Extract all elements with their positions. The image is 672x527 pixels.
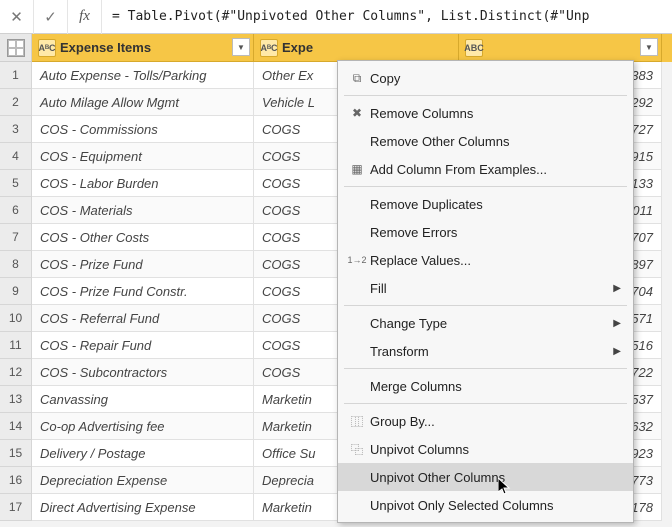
menu-item-label: Replace Values... [370,253,621,268]
submenu-arrow-icon: ▶ [613,346,621,357]
menu-item-unpivot-columns[interactable]: ⿻Unpivot Columns [338,435,633,463]
fx-label: fx [68,0,102,34]
cancel-formula-button[interactable]: ✕ [0,0,34,34]
menu-item-label: Remove Other Columns [370,134,621,149]
menu-item-label: Unpivot Only Selected Columns [370,498,621,513]
row-number: 11 [0,332,32,359]
cell-expense-item[interactable]: Auto Expense - Tolls/Parking [32,62,254,89]
row-number: 5 [0,170,32,197]
menu-item-remove-errors[interactable]: Remove Errors [338,218,633,246]
menu-item-label: Remove Errors [370,225,621,240]
menu-item-replace-values[interactable]: 1→2Replace Values... [338,246,633,274]
menu-item-label: Remove Duplicates [370,197,621,212]
menu-item-copy[interactable]: ⧉Copy [338,64,633,92]
menu-item-label: Group By... [370,414,621,429]
replace-icon: 1→2 [344,255,370,265]
accept-formula-button[interactable]: ✓ [34,0,68,34]
cell-expense-item[interactable]: Co-op Advertising fee [32,413,254,440]
row-number: 17 [0,494,32,521]
row-number: 16 [0,467,32,494]
menu-item-remove-other-columns[interactable]: Remove Other Columns [338,127,633,155]
unpivot-icon: ⿻ [344,441,370,458]
copy-icon: ⧉ [344,71,370,86]
submenu-arrow-icon: ▶ [613,318,621,329]
menu-item-fill[interactable]: Fill▶ [338,274,633,302]
menu-separator [344,305,627,306]
column-header-expense-items[interactable]: AᴮC Expense Items ▼ [32,34,254,62]
row-number: 9 [0,278,32,305]
menu-item-label: Remove Columns [370,106,621,121]
row-number: 2 [0,89,32,116]
row-number: 6 [0,197,32,224]
row-number: 10 [0,305,32,332]
column-header-expe[interactable]: AᴮC Expe [254,34,459,62]
column-header-label: Expense Items [60,40,151,55]
formula-input[interactable]: = Table.Pivot(#"Unpivoted Other Columns"… [102,9,672,24]
row-number: 1 [0,62,32,89]
menu-item-label: Change Type [370,316,613,331]
menu-item-label: Add Column From Examples... [370,162,621,177]
cell-expense-item[interactable]: Canvassing [32,386,254,413]
cell-expense-item[interactable]: COS - Prize Fund Constr. [32,278,254,305]
menu-item-group-by[interactable]: ⿲Group By... [338,407,633,435]
any-type-icon: ABC [465,39,483,57]
row-number: 3 [0,116,32,143]
formula-bar: ✕ ✓ fx = Table.Pivot(#"Unpivoted Other C… [0,0,672,34]
menu-separator [344,368,627,369]
menu-item-merge-columns[interactable]: Merge Columns [338,372,633,400]
menu-item-label: Copy [370,71,621,86]
text-type-icon: AᴮC [260,39,278,57]
menu-item-transform[interactable]: Transform▶ [338,337,633,365]
cell-expense-item[interactable]: Direct Advertising Expense [32,494,254,521]
row-number: 14 [0,413,32,440]
context-menu: ⧉Copy ✖Remove Columns Remove Other Columns… [337,60,634,523]
cell-expense-item[interactable]: COS - Commissions [32,116,254,143]
cell-expense-item[interactable]: Depreciation Expense [32,467,254,494]
menu-item-label: Unpivot Other Columns [370,470,621,485]
cell-expense-item[interactable]: COS - Other Costs [32,224,254,251]
cell-expense-item[interactable]: COS - Referral Fund [32,305,254,332]
menu-separator [344,95,627,96]
menu-item-label: Unpivot Columns [370,442,621,457]
remove-col-icon: ✖ [344,106,370,120]
filter-dropdown-icon[interactable]: ▼ [232,38,250,56]
menu-item-label: Merge Columns [370,379,621,394]
menu-separator [344,403,627,404]
menu-item-label: Transform [370,344,613,359]
menu-separator [344,186,627,187]
row-number: 4 [0,143,32,170]
text-type-icon: AᴮC [38,39,56,57]
menu-item-change-type[interactable]: Change Type▶ [338,309,633,337]
add-col-icon: ▦ [344,162,370,176]
row-number: 12 [0,359,32,386]
menu-item-unpivot-other-columns[interactable]: Unpivot Other Columns [338,463,633,491]
table-corner-icon[interactable] [0,34,32,62]
menu-item-label: Fill [370,281,613,296]
group-icon: ⿲ [344,413,370,430]
row-number: 8 [0,251,32,278]
menu-item-remove-duplicates[interactable]: Remove Duplicates [338,190,633,218]
cell-expense-item[interactable]: COS - Prize Fund [32,251,254,278]
row-number: 13 [0,386,32,413]
cell-expense-item[interactable]: COS - Labor Burden [32,170,254,197]
header-row: AᴮC Expense Items ▼ AᴮC Expe ABC ▼ [0,34,672,62]
menu-item-add-column-from-examples[interactable]: ▦Add Column From Examples... [338,155,633,183]
menu-item-remove-columns[interactable]: ✖Remove Columns [338,99,633,127]
cell-expense-item[interactable]: COS - Equipment [32,143,254,170]
cell-expense-item[interactable]: Delivery / Postage [32,440,254,467]
cell-expense-item[interactable]: COS - Materials [32,197,254,224]
cell-expense-item[interactable]: COS - Subcontractors [32,359,254,386]
menu-item-unpivot-only-selected-columns[interactable]: Unpivot Only Selected Columns [338,491,633,519]
column-header-3[interactable]: ABC ▼ [459,34,662,62]
row-number: 7 [0,224,32,251]
column-header-label: Expe [282,40,313,55]
filter-dropdown-icon[interactable]: ▼ [640,38,658,56]
row-number: 15 [0,440,32,467]
cell-expense-item[interactable]: COS - Repair Fund [32,332,254,359]
submenu-arrow-icon: ▶ [613,283,621,294]
cell-expense-item[interactable]: Auto Milage Allow Mgmt [32,89,254,116]
